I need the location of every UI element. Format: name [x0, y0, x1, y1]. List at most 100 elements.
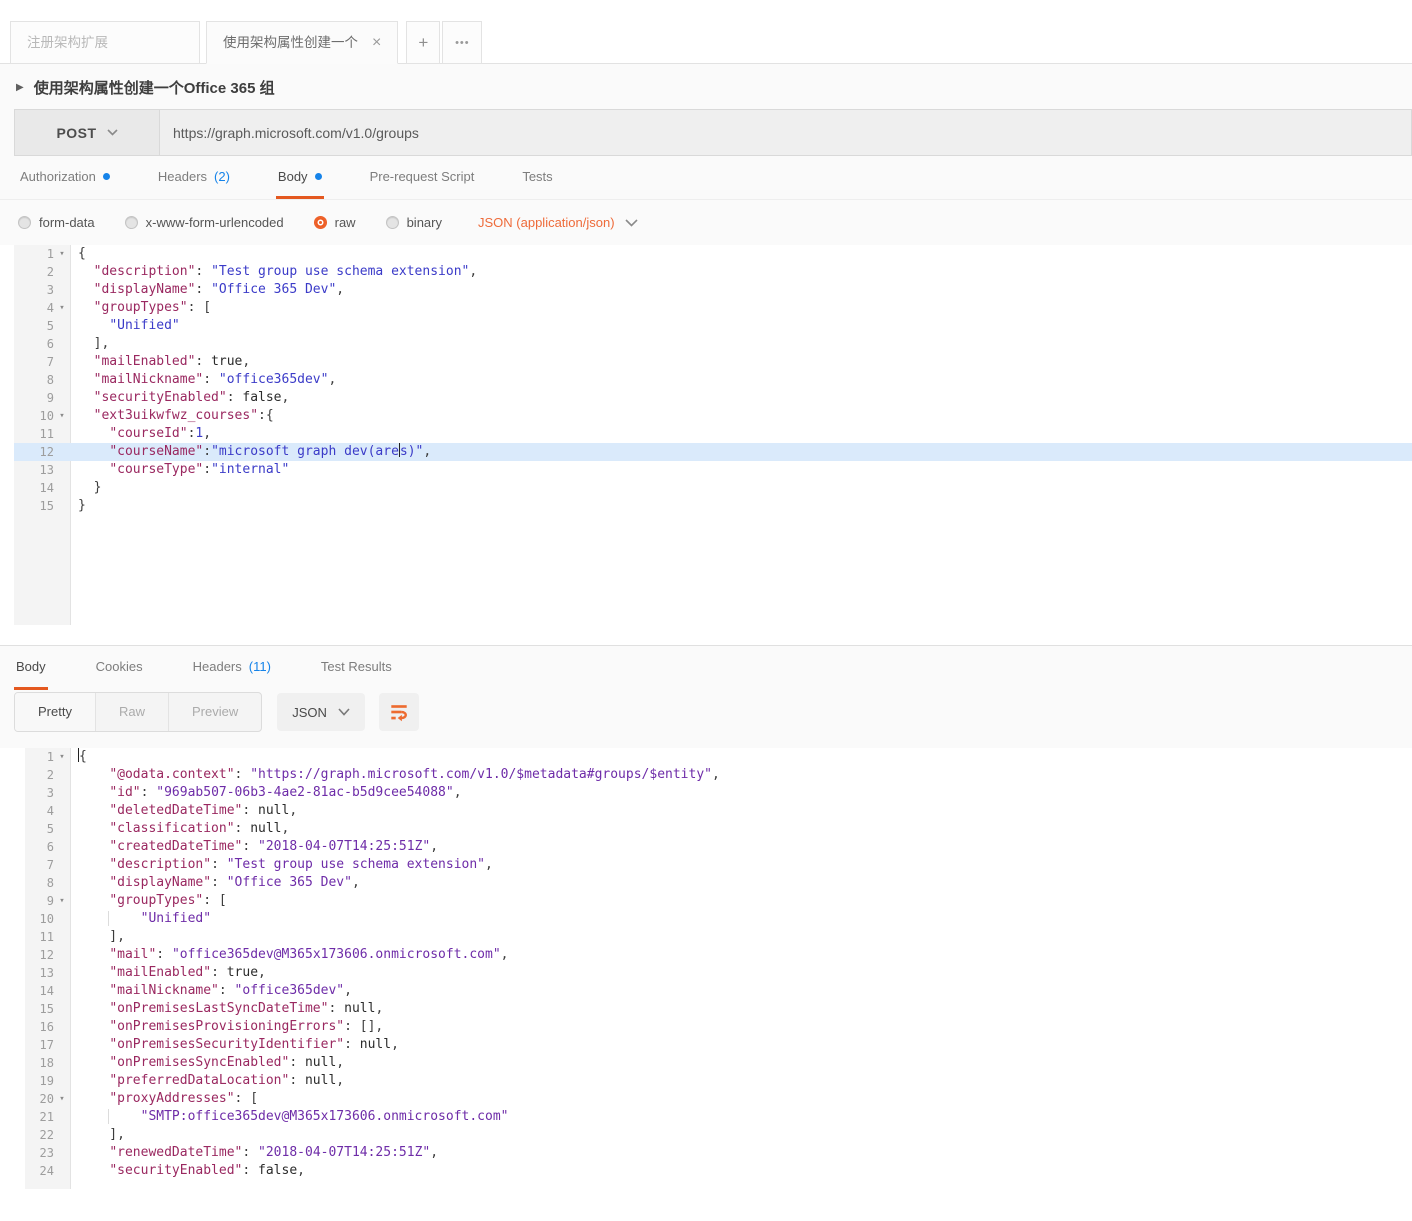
code-line[interactable]: 6 "createdDateTime": "2018-04-07T14:25:5… — [25, 838, 1412, 856]
line-number: 23 — [25, 1144, 54, 1162]
fold-arrow-icon[interactable]: ▾ — [54, 407, 70, 425]
code-line[interactable]: 8 "displayName": "Office 365 Dev", — [25, 874, 1412, 892]
request-body-editor[interactable]: 1▾{2 "description": "Test group use sche… — [14, 245, 1412, 625]
tab-test-results[interactable]: Test Results — [319, 646, 394, 690]
code-line[interactable]: 22 ], — [25, 1126, 1412, 1144]
response-format-select[interactable]: JSON — [277, 693, 365, 731]
code-text: "onPremisesSyncEnabled": null, — [70, 1054, 344, 1072]
code-text: ], — [70, 1126, 125, 1144]
new-tab-button[interactable]: + — [406, 21, 440, 64]
tab-pre-request-script[interactable]: Pre-request Script — [368, 156, 477, 199]
code-line[interactable]: 15} — [14, 497, 1412, 515]
request-title: 使用架构属性创建一个Office 365 组 — [34, 77, 275, 98]
mode-label: binary — [407, 215, 442, 230]
code-line[interactable]: 18 "onPremisesSyncEnabled": null, — [25, 1054, 1412, 1072]
url-input[interactable]: https://graph.microsoft.com/v1.0/groups — [160, 109, 1412, 156]
code-line[interactable]: 19 "preferredDataLocation": null, — [25, 1072, 1412, 1090]
radio-icon[interactable] — [18, 216, 31, 229]
tab-register-schema-extension[interactable]: 注册架构扩展 — [10, 21, 200, 64]
tab-authorization[interactable]: Authorization — [18, 156, 112, 199]
code-line[interactable]: 13 "courseType":"internal" — [14, 461, 1412, 479]
code-line[interactable]: 5 "Unified" — [14, 317, 1412, 335]
code-line[interactable]: 8 "mailNickname": "office365dev", — [14, 371, 1412, 389]
code-line[interactable]: 20▾ "proxyAddresses": [ — [25, 1090, 1412, 1108]
tab-cookies[interactable]: Cookies — [94, 646, 145, 690]
close-tab-icon[interactable]: × — [372, 35, 381, 51]
fold-arrow-icon[interactable]: ▾ — [54, 1090, 70, 1108]
code-line[interactable]: 24 "securityEnabled": false, — [25, 1162, 1412, 1180]
code-line[interactable]: 15 "onPremisesLastSyncDateTime": null, — [25, 1000, 1412, 1018]
radio-icon[interactable] — [386, 216, 399, 229]
fold-arrow-icon[interactable]: ▾ — [54, 245, 70, 263]
mode-raw[interactable]: raw — [314, 215, 356, 230]
code-text: } — [70, 479, 101, 497]
gutter-cell: 1▾ — [14, 245, 70, 263]
code-line[interactable]: 10 "Unified" — [25, 910, 1412, 928]
fold-arrow-icon[interactable]: ▾ — [54, 748, 70, 766]
code-line[interactable]: 7 "mailEnabled": true, — [14, 353, 1412, 371]
code-line[interactable]: 4▾ "groupTypes": [ — [14, 299, 1412, 317]
view-raw-button[interactable]: Raw — [96, 693, 169, 731]
format-label: JSON — [292, 705, 327, 720]
mode-binary[interactable]: binary — [386, 215, 442, 230]
code-line[interactable]: 23 "renewedDateTime": "2018-04-07T14:25:… — [25, 1144, 1412, 1162]
tab-headers[interactable]: Headers (2) — [156, 156, 232, 199]
code-line[interactable]: 10▾ "ext3uikwfwz_courses":{ — [14, 407, 1412, 425]
tab-response-headers[interactable]: Headers (11) — [191, 646, 273, 690]
fold-arrow-icon[interactable]: ▾ — [54, 892, 70, 910]
mode-x-www-form-urlencoded[interactable]: x-www-form-urlencoded — [125, 215, 284, 230]
gutter-cell: 13 — [25, 964, 70, 982]
code-line[interactable]: 14 "mailNickname": "office365dev", — [25, 982, 1412, 1000]
code-line[interactable]: 2 "@odata.context": "https://graph.micro… — [25, 766, 1412, 784]
code-line[interactable]: 7 "description": "Test group use schema … — [25, 856, 1412, 874]
code-line[interactable]: 14 } — [14, 479, 1412, 497]
code-line[interactable]: 9 "securityEnabled": false, — [14, 389, 1412, 407]
line-number: 5 — [25, 820, 54, 838]
gutter-cell: 4 — [25, 802, 70, 820]
tab-options-button[interactable]: ••• — [442, 21, 482, 64]
code-line[interactable]: 6 ], — [14, 335, 1412, 353]
wrap-text-button[interactable] — [379, 693, 419, 731]
content-type-select[interactable]: JSON (application/json) — [478, 215, 638, 230]
code-line[interactable]: 9▾ "groupTypes": [ — [25, 892, 1412, 910]
code-line[interactable]: 5 "classification": null, — [25, 820, 1412, 838]
view-pretty-button[interactable]: Pretty — [15, 693, 96, 731]
code-line[interactable]: 21 "SMTP:office365dev@M365x173606.onmicr… — [25, 1108, 1412, 1126]
code-line[interactable]: 12 "courseName":"microsoft graph dev(are… — [14, 443, 1412, 461]
code-line[interactable]: 12 "mail": "office365dev@M365x173606.onm… — [25, 946, 1412, 964]
gutter-cell: 16 — [25, 1018, 70, 1036]
tab-response-body[interactable]: Body — [14, 646, 48, 690]
url-bar: POST https://graph.microsoft.com/v1.0/gr… — [14, 109, 1412, 156]
chevron-down-icon — [338, 708, 350, 716]
gutter-cell: 11 — [14, 425, 70, 443]
code-line[interactable]: 13 "mailEnabled": true, — [25, 964, 1412, 982]
radio-selected-icon[interactable] — [314, 216, 327, 229]
code-line[interactable]: 11 ], — [25, 928, 1412, 946]
mode-form-data[interactable]: form-data — [18, 215, 95, 230]
code-line[interactable]: 16 "onPremisesProvisioningErrors": [], — [25, 1018, 1412, 1036]
line-number: 1 — [14, 245, 54, 263]
tab-tests[interactable]: Tests — [520, 156, 554, 199]
fold-arrow-icon[interactable]: ▾ — [54, 299, 70, 317]
collapse-arrow-icon[interactable]: ▶ — [16, 82, 24, 93]
radio-icon[interactable] — [125, 216, 138, 229]
tab-label: Headers — [193, 659, 242, 674]
line-number: 2 — [25, 766, 54, 784]
code-line[interactable]: 2 "description": "Test group use schema … — [14, 263, 1412, 281]
code-line[interactable]: 3 "id": "969ab507-06b3-4ae2-81ac-b5d9cee… — [25, 784, 1412, 802]
code-line[interactable]: 1▾{ — [25, 748, 1412, 766]
tab-create-group-with-schema[interactable]: 使用架构属性创建一个 × — [206, 21, 398, 64]
line-number: 9 — [14, 389, 54, 407]
code-line[interactable]: 17 "onPremisesSecurityIdentifier": null, — [25, 1036, 1412, 1054]
code-line[interactable]: 1▾{ — [14, 245, 1412, 263]
method-select[interactable]: POST — [14, 109, 160, 156]
code-text: ], — [70, 335, 109, 353]
code-line[interactable]: 3 "displayName": "Office 365 Dev", — [14, 281, 1412, 299]
code-text: "groupTypes": [ — [70, 299, 211, 317]
code-text: "onPremisesSecurityIdentifier": null, — [70, 1036, 399, 1054]
view-preview-button[interactable]: Preview — [169, 693, 261, 731]
tab-body[interactable]: Body — [276, 156, 324, 199]
response-body-editor[interactable]: 1▾{2 "@odata.context": "https://graph.mi… — [25, 748, 1412, 1189]
code-line[interactable]: 11 "courseId":1, — [14, 425, 1412, 443]
code-line[interactable]: 4 "deletedDateTime": null, — [25, 802, 1412, 820]
